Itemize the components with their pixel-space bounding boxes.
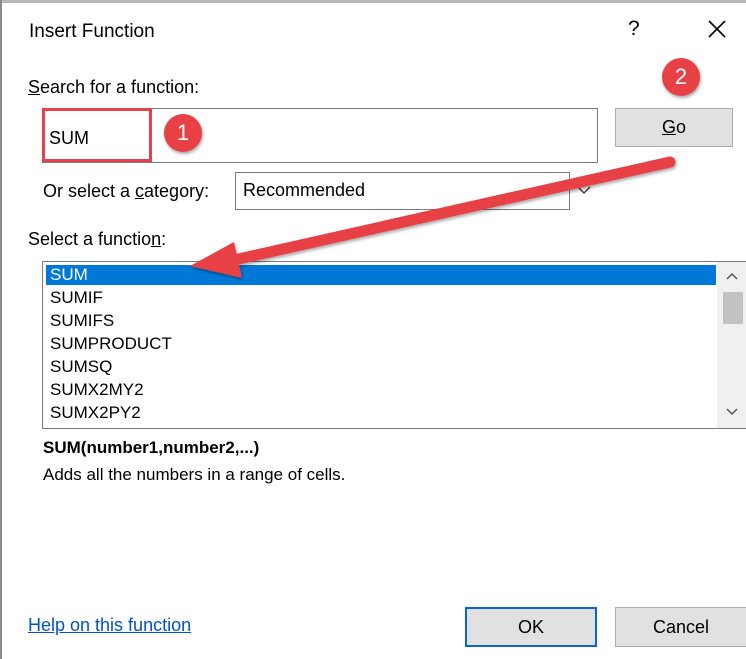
category-label: Or select a category:: [43, 181, 209, 202]
scroll-thumb[interactable]: [723, 292, 743, 324]
dialog-title: Insert Function: [29, 21, 155, 42]
function-signature: SUM(number1,number2,...): [43, 438, 260, 457]
ok-button[interactable]: OK: [465, 607, 597, 647]
scroll-up-button[interactable]: [717, 262, 746, 290]
category-label-before: Or select a: [43, 181, 136, 201]
function-list-scrollbar[interactable]: [717, 262, 746, 428]
chevron-up-icon: [726, 272, 738, 280]
function-list-item-sumx2my2[interactable]: SUMX2MY2: [46, 380, 716, 400]
annotation-badge-2: 2: [662, 58, 700, 96]
close-icon: [708, 20, 726, 38]
function-list-item-sumx2py2[interactable]: SUMX2PY2: [46, 403, 716, 423]
scroll-down-button[interactable]: [717, 398, 746, 426]
function-list[interactable]: SUM SUMIF SUMIFS SUMPRODUCT SUMSQ SUMX2M…: [42, 261, 746, 429]
search-label: Search for a function:: [28, 77, 199, 98]
functions-label-mnemonic: n: [151, 229, 162, 249]
functions-label-after: :: [161, 229, 167, 249]
function-list-item-sum[interactable]: SUM: [46, 265, 716, 285]
chevron-down-icon: [577, 186, 591, 195]
annotation-badge-1: 1: [164, 114, 202, 152]
category-label-after: ategory:: [144, 181, 210, 201]
category-select[interactable]: Recommended: [235, 172, 598, 210]
functions-label: Select a function:: [28, 229, 166, 250]
insert-function-dialog: Insert Function ? Search for a function:…: [0, 0, 746, 659]
category-dropdown-button[interactable]: [569, 172, 598, 210]
go-label: o: [676, 117, 687, 137]
category-selected-value: Recommended: [243, 180, 366, 200]
go-button[interactable]: Go: [615, 108, 733, 147]
cancel-button[interactable]: Cancel: [615, 607, 746, 647]
search-label-text: earch for a function:: [40, 77, 200, 97]
search-label-mnemonic: S: [28, 77, 41, 97]
go-mnemonic: G: [661, 117, 676, 137]
function-list-item-sumif[interactable]: SUMIF: [46, 288, 716, 308]
function-list-item-sumifs[interactable]: SUMIFS: [46, 311, 716, 331]
search-input[interactable]: [42, 108, 598, 163]
category-label-mnemonic: c: [135, 181, 145, 201]
function-list-item-sumproduct[interactable]: SUMPRODUCT: [46, 334, 716, 354]
close-button[interactable]: [702, 14, 732, 44]
help-on-function-link[interactable]: Help on this function: [28, 615, 191, 636]
window-top-border: [2, 0, 746, 3]
help-button[interactable]: ?: [628, 17, 640, 41]
chevron-down-icon: [726, 408, 738, 416]
function-description: Adds all the numbers in a range of cells…: [43, 465, 346, 484]
functions-label-before: Select a functio: [28, 229, 152, 249]
function-list-item-sumsq[interactable]: SUMSQ: [46, 357, 716, 377]
